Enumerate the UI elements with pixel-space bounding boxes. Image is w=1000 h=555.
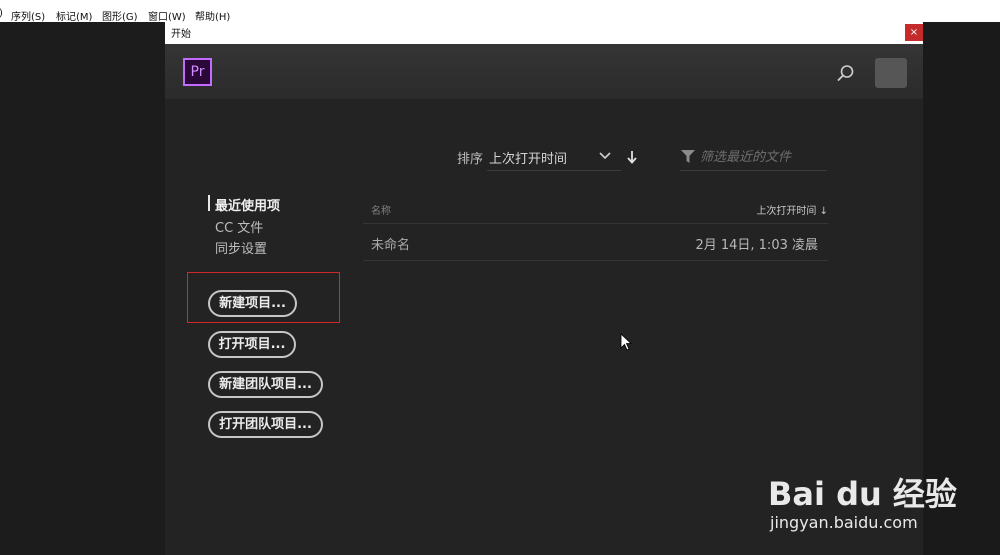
new-team-project-button[interactable]: 新建团队项目... [208,371,323,398]
sort-dropdown[interactable]: 上次打开时间 [487,142,621,171]
app-background-left [0,22,165,555]
filter-icon [681,150,695,163]
table-row[interactable]: 未命名 2月 14日, 1:03 凌晨 [363,224,828,261]
menu-markers[interactable]: 标记(M) [56,8,92,23]
open-team-project-button[interactable]: 打开团队项目... [208,411,323,438]
close-button[interactable]: × [905,24,923,41]
file-name: 未命名 [371,238,411,253]
nav-item-sync-settings[interactable]: 同步设置 [215,238,267,257]
sort-value: 上次打开时间 [489,152,568,167]
baidu-watermark: Bai du 经验 jingyan.baidu.com [768,445,988,535]
sort-label: 排序 [457,152,484,167]
sort-arrow-icon[interactable] [626,150,638,164]
menu-fragment: ) [0,8,3,19]
menu-sequence[interactable]: 序列(S) [11,8,45,23]
filter-box [680,142,827,171]
file-last-opened: 2月 14日, 1:03 凌晨 [695,238,818,253]
dialog-header: Pr [165,44,923,99]
premiere-logo: Pr [183,58,212,86]
open-project-button[interactable]: 打开项目... [208,331,296,358]
app-menubar: ) 序列(S) 标记(M) 图形(G) 窗口(W) 帮助(H) [0,0,1000,23]
watermark-url: jingyan.baidu.com [770,513,918,532]
dialog-titlebar: 开始 × [165,22,923,44]
dialog-title: 开始 [171,29,191,40]
new-project-button[interactable]: 新建项目... [208,290,297,317]
nav-item-cc-files[interactable]: CC 文件 [215,217,263,236]
mouse-cursor-icon [620,333,632,351]
column-header-name[interactable]: 名称 [371,202,391,217]
search-icon[interactable] [837,64,855,82]
menu-help[interactable]: 帮助(H) [195,8,230,23]
avatar[interactable] [875,58,907,88]
nav-active-indicator [208,195,210,211]
chevron-down-icon [599,152,611,160]
menu-graphics[interactable]: 图形(G) [102,8,138,23]
nav-item-recent[interactable]: 最近使用项 [215,195,280,214]
column-header-last-opened[interactable]: 上次打开时间 ↓ [756,202,828,217]
menu-window[interactable]: 窗口(W) [148,8,186,23]
watermark-text: Bai du 经验 [768,475,957,513]
filter-input[interactable] [700,146,825,168]
